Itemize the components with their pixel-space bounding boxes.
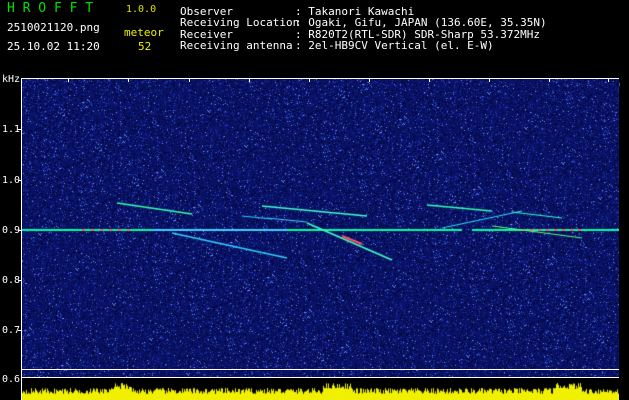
spectrogram-frame bbox=[18, 78, 619, 400]
